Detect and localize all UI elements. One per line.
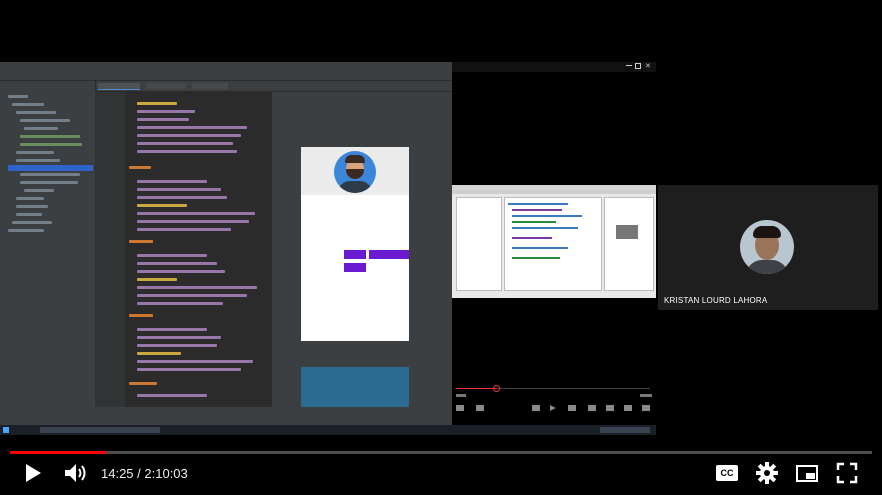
viewer-icon[interactable] bbox=[532, 405, 540, 411]
ide-project-panel bbox=[0, 81, 95, 415]
shared-screen-taskbar bbox=[0, 425, 656, 435]
ide-line-gutter bbox=[95, 92, 125, 415]
preview-avatar-image bbox=[334, 151, 376, 193]
viewer-titlebar bbox=[452, 62, 656, 72]
close-icon[interactable]: ✕ bbox=[645, 62, 651, 70]
ide-editor-tabs bbox=[96, 81, 452, 91]
progress-bar[interactable] bbox=[10, 451, 872, 454]
ide-code-editor bbox=[125, 92, 270, 415]
time-separator: / bbox=[133, 466, 145, 481]
ide-menubar bbox=[0, 62, 452, 71]
viewer-expand-icon[interactable] bbox=[624, 405, 632, 411]
current-time: 14:25 bbox=[101, 466, 134, 481]
viewer-icon[interactable] bbox=[588, 405, 596, 411]
viewer-chat-icon[interactable] bbox=[476, 405, 484, 411]
viewer-seek-handle[interactable] bbox=[493, 385, 500, 392]
viewer-icon[interactable] bbox=[606, 405, 614, 411]
ide-bottom-toolbar bbox=[0, 407, 452, 417]
fullscreen-icon[interactable] bbox=[835, 461, 859, 485]
ide-phone-preview bbox=[301, 147, 409, 341]
progress-bar-played bbox=[10, 451, 106, 454]
play-icon[interactable] bbox=[20, 461, 44, 485]
captions-label: CC bbox=[720, 468, 734, 478]
viewer-play-icon[interactable] bbox=[550, 405, 556, 411]
miniplayer-icon[interactable] bbox=[795, 461, 819, 485]
viewer-icon[interactable] bbox=[456, 405, 464, 411]
gear-icon[interactable] bbox=[755, 461, 779, 485]
ide-toolbar bbox=[0, 71, 452, 81]
time-display: 14:25 / 2:10:03 bbox=[101, 466, 188, 481]
participant-avatar bbox=[740, 220, 794, 274]
shared-screen-thumbnail bbox=[452, 185, 656, 298]
viewer-seek-fill bbox=[456, 388, 496, 389]
minimize-icon[interactable] bbox=[626, 65, 632, 66]
windows-start-icon bbox=[3, 427, 9, 433]
maximize-icon[interactable] bbox=[635, 63, 641, 69]
captions-button[interactable]: CC bbox=[715, 461, 741, 485]
shared-screen-ide bbox=[0, 62, 452, 435]
volume-icon[interactable] bbox=[62, 461, 86, 485]
ide-status-bar bbox=[0, 417, 452, 425]
viewer-more-icon[interactable] bbox=[642, 405, 650, 411]
viewer-icon[interactable] bbox=[568, 405, 576, 411]
duration: 2:10:03 bbox=[144, 466, 188, 481]
participant-name: KRISTAN LOURD LAHORA bbox=[664, 296, 768, 305]
ide-right-toolstrip bbox=[440, 92, 452, 415]
